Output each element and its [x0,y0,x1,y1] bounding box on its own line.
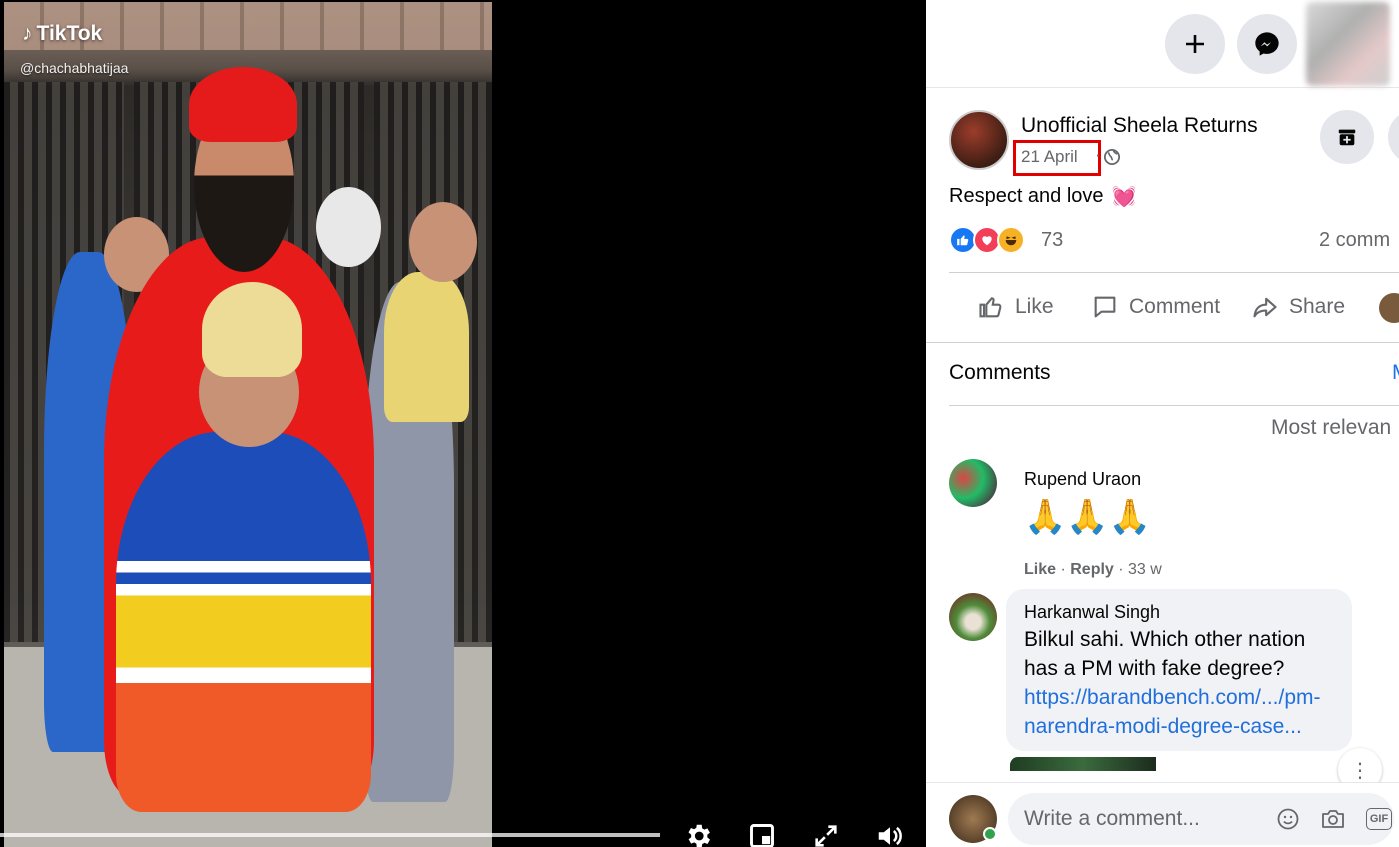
video-figure-boy-patka [202,282,302,377]
globe-icon [1103,148,1121,166]
commenter-avatar[interactable] [949,459,997,507]
tiktok-watermark-text: TikTok [36,22,103,45]
page-avatar[interactable] [949,110,1009,170]
tiktok-watermark: ♪ TikTok [22,22,102,46]
video-figure-elder-turban [316,187,381,267]
reactions-summary[interactable]: 73 [949,226,1063,254]
comment-link[interactable]: https://barandbench.com/.../pm- [1024,683,1320,712]
top-bar [926,0,1399,88]
comment-label: Comment [1129,295,1221,318]
comment-like-link[interactable]: Like [1024,561,1056,578]
comment-text-line: Bilkul sahi. Which other nation [1024,628,1306,651]
post-text: Respect and love 💓 [949,184,1136,209]
comment-text-line: has a PM with fake degree? [1024,657,1285,680]
settings-icon[interactable] [680,818,716,847]
post-action-row: Like Comment Share [949,272,1399,342]
comment-sort-dropdown[interactable]: Most relevan [1271,416,1391,440]
share-button[interactable]: Share [1251,293,1345,321]
commenter-name[interactable]: Harkanwal Singh [1024,602,1160,623]
comments-section: Comments M Most relevan Rupend Uraon 🙏🙏🙏… [926,342,1399,792]
gif-label: GIF [1369,813,1389,825]
comments-edge-link[interactable]: M [1392,361,1399,385]
video-frame: ♪ TikTok @chachabhatijaa [4,2,492,847]
messenger-button[interactable] [1237,14,1297,74]
comment-icon [1094,296,1116,318]
messenger-icon [1255,32,1279,56]
post-date[interactable]: 21 April [1021,147,1078,167]
video-player[interactable]: ♪ TikTok @chachabhatijaa [0,0,926,847]
emoji-icon[interactable] [1276,807,1300,831]
thumbs-up-icon [979,297,1002,318]
like-label: Like [1015,295,1054,318]
comments-heading: Comments [949,361,1051,384]
share-label: Share [1289,295,1346,318]
archive-add-icon [1338,129,1356,146]
video-figure-boy [116,432,371,812]
account-avatar[interactable] [1306,2,1390,86]
create-button[interactable] [1165,14,1225,74]
commenter-name[interactable]: Rupend Uraon [1024,469,1141,490]
comment-count[interactable]: 2 comm [1319,229,1390,252]
video-progress-bar[interactable] [0,833,660,837]
tiktok-note-icon: ♪ [22,22,33,45]
mini-player-icon[interactable] [744,818,780,847]
page-name[interactable]: Unofficial Sheela Returns [1021,114,1258,138]
post-text-body: Respect and love [949,185,1104,207]
tiktok-handle: @chachabhatijaa [20,60,129,76]
fullscreen-icon[interactable] [808,818,844,847]
online-status-dot [983,827,997,841]
video-figure-man-turban [189,67,297,142]
share-as-avatar[interactable] [1379,293,1399,323]
date-separator: · [1095,145,1101,164]
comment-meta: Like · Reply · 33 w [1024,561,1162,578]
like-button[interactable]: Like [977,293,1054,321]
player-controls [680,818,908,847]
volume-icon[interactable] [872,818,908,847]
video-figure-child [384,272,469,422]
divider [949,405,1399,406]
commenter-avatar[interactable] [949,593,997,641]
comment-text: 🙏🙏🙏 [1024,498,1152,536]
link-preview-thumbnail[interactable] [1010,757,1156,771]
comment-button[interactable]: Comment [1091,293,1220,321]
post-side-panel: Unofficial Sheela Returns 21 April · Res… [926,0,1399,847]
post-options-button[interactable] [1388,110,1399,164]
heart-emoji: 💓 [1111,186,1137,208]
save-post-button[interactable] [1320,110,1374,164]
comment-age: 33 w [1128,561,1162,578]
comment-text: Bilkul sahi. Which other nation has a PM… [1024,625,1320,741]
camera-icon[interactable] [1320,807,1346,831]
video-figure-child-head [409,202,477,282]
composer-tools: GIF [1276,807,1392,831]
comment-reply-link[interactable]: Reply [1070,561,1114,578]
reaction-count: 73 [1041,228,1064,251]
comment-link[interactable]: narendra-modi-degree-case... [1024,712,1320,741]
share-icon [1253,297,1277,318]
plus-icon [1186,35,1204,53]
comment-composer: GIF [926,782,1399,847]
haha-reaction-icon [997,226,1025,254]
gif-button[interactable]: GIF [1366,808,1392,830]
